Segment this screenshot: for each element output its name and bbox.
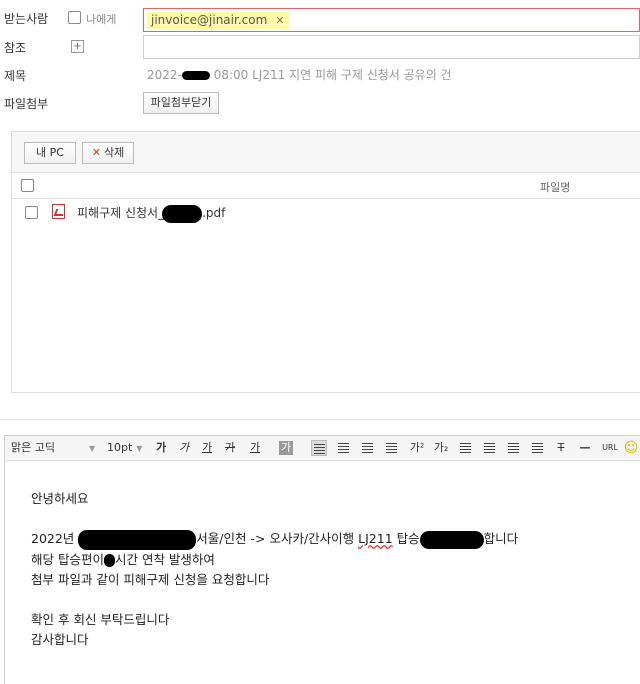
- attachment-panel: 내 PC ✕ 삭제 파일명 피해구제 신청서_ .pdf: [11, 131, 640, 393]
- align-justify-icon[interactable]: [383, 440, 399, 456]
- redaction-mark: [419, 530, 484, 549]
- subject-input[interactable]: 2022- 08:00 LJ211 지연 피해 구제 신청서 공유의 건: [143, 63, 640, 87]
- emoticon-icon[interactable]: ☺: [623, 440, 639, 456]
- mail-editor: 맑은 고딕 ▼ 10pt ▼ 가 가 가 가 가 가 가² 가₂ T — URL ☺…: [4, 435, 640, 684]
- delete-label: 삭제: [103, 146, 125, 159]
- editor-toolbar: 맑은 고딕 ▼ 10pt ▼ 가 가 가 가 가 가 가² 가₂ T — URL ☺: [5, 436, 640, 461]
- body-line-request: 첨부 파일과 같이 피해구제 신청을 요청합니다: [31, 571, 270, 587]
- numbered-list-icon[interactable]: [529, 440, 545, 456]
- to-label: 받는사람: [4, 12, 49, 26]
- subject-label: 제목: [4, 69, 27, 83]
- subscript-icon[interactable]: 가₂: [431, 440, 451, 456]
- editor-body[interactable]: 안녕하세요 2022년 서울/인천 -> 오사카/간사이행 LJ211 탑승 합니…: [31, 489, 518, 650]
- horizontal-line-icon[interactable]: —: [577, 440, 593, 456]
- attachment-list-header: 파일명: [12, 173, 640, 199]
- filename-suffix: .pdf: [202, 206, 226, 220]
- body-line-greeting: 안녕하세요: [31, 491, 89, 506]
- redaction-mark: [162, 204, 203, 223]
- clear-format-icon[interactable]: T: [553, 440, 569, 456]
- attachment-close-button[interactable]: 파일첨부닫기: [143, 92, 219, 114]
- to-field[interactable]: jinvoice@jinair.com ✕: [143, 8, 640, 32]
- redaction-mark: [181, 71, 210, 80]
- body-line-thanks: 감사합니다: [31, 631, 89, 647]
- italic-icon[interactable]: 가: [176, 440, 192, 456]
- delete-icon: ✕: [91, 146, 101, 159]
- underline-icon[interactable]: 가: [199, 440, 215, 456]
- subject-suffix: 08:00 LJ211 지연 피해 구제 신청서 공유의 건: [213, 68, 452, 82]
- redaction-mark: [78, 529, 197, 550]
- body-line-flight: 2022년 서울/인천 -> 오사카/간사이행 LJ211 탑승 합니다: [31, 529, 518, 550]
- background-color-icon[interactable]: 가: [279, 441, 293, 455]
- superscript-icon[interactable]: 가²: [407, 440, 427, 456]
- attachment-label: 파일첨부: [4, 97, 49, 111]
- bullet-list-icon[interactable]: [505, 440, 521, 456]
- pdf-file-icon: [52, 204, 65, 219]
- my-pc-button[interactable]: 내 PC: [24, 142, 76, 164]
- insert-link-icon[interactable]: URL: [599, 440, 621, 456]
- recipient-tag: jinvoice@jinair.com ✕: [147, 12, 289, 29]
- redaction-mark: [103, 553, 115, 567]
- delete-button[interactable]: ✕ 삭제: [82, 142, 134, 164]
- font-family-select[interactable]: 맑은 고딕 ▼: [11, 441, 95, 456]
- bold-icon[interactable]: 가: [153, 440, 169, 456]
- font-family-value: 맑은 고딕: [11, 441, 55, 454]
- filename-column-header: 파일명: [540, 181, 571, 194]
- filename-prefix: 피해구제 신청서_: [77, 206, 165, 220]
- outdent-icon[interactable]: [481, 440, 497, 456]
- attachment-toolbar: 내 PC ✕ 삭제: [12, 132, 640, 173]
- font-size-value: 10pt: [107, 441, 133, 454]
- send-to-self-checkbox[interactable]: [68, 11, 81, 24]
- body-line-reply: 확인 후 회신 부탁드립니다: [31, 611, 170, 627]
- align-left-icon[interactable]: [311, 440, 327, 456]
- cc-label: 참조: [4, 41, 27, 55]
- section-divider: [0, 419, 640, 420]
- select-all-checkbox[interactable]: [21, 179, 34, 192]
- font-size-select[interactable]: 10pt ▼: [107, 441, 142, 456]
- attachment-checkbox[interactable]: [25, 206, 38, 219]
- strikethrough-icon[interactable]: 가: [222, 440, 238, 456]
- align-right-icon[interactable]: [359, 440, 375, 456]
- recipient-email: jinvoice@jinair.com: [151, 13, 268, 27]
- subject-prefix: 2022-: [147, 68, 182, 82]
- attachment-row: 피해구제 신청서_ .pdf: [12, 199, 640, 225]
- cc-field[interactable]: [143, 35, 640, 59]
- body-line-delay: 해당 탑승편이 시간 연착 발생하여: [31, 551, 215, 567]
- font-color-icon[interactable]: 가: [247, 440, 263, 456]
- align-center-icon[interactable]: [335, 440, 351, 456]
- remove-recipient-icon[interactable]: ✕: [275, 14, 284, 27]
- send-to-self-label: 나에게: [86, 13, 117, 26]
- attachment-filename[interactable]: 피해구제 신청서_ .pdf: [77, 204, 225, 223]
- add-cc-icon[interactable]: +: [71, 40, 84, 53]
- indent-icon[interactable]: [457, 440, 473, 456]
